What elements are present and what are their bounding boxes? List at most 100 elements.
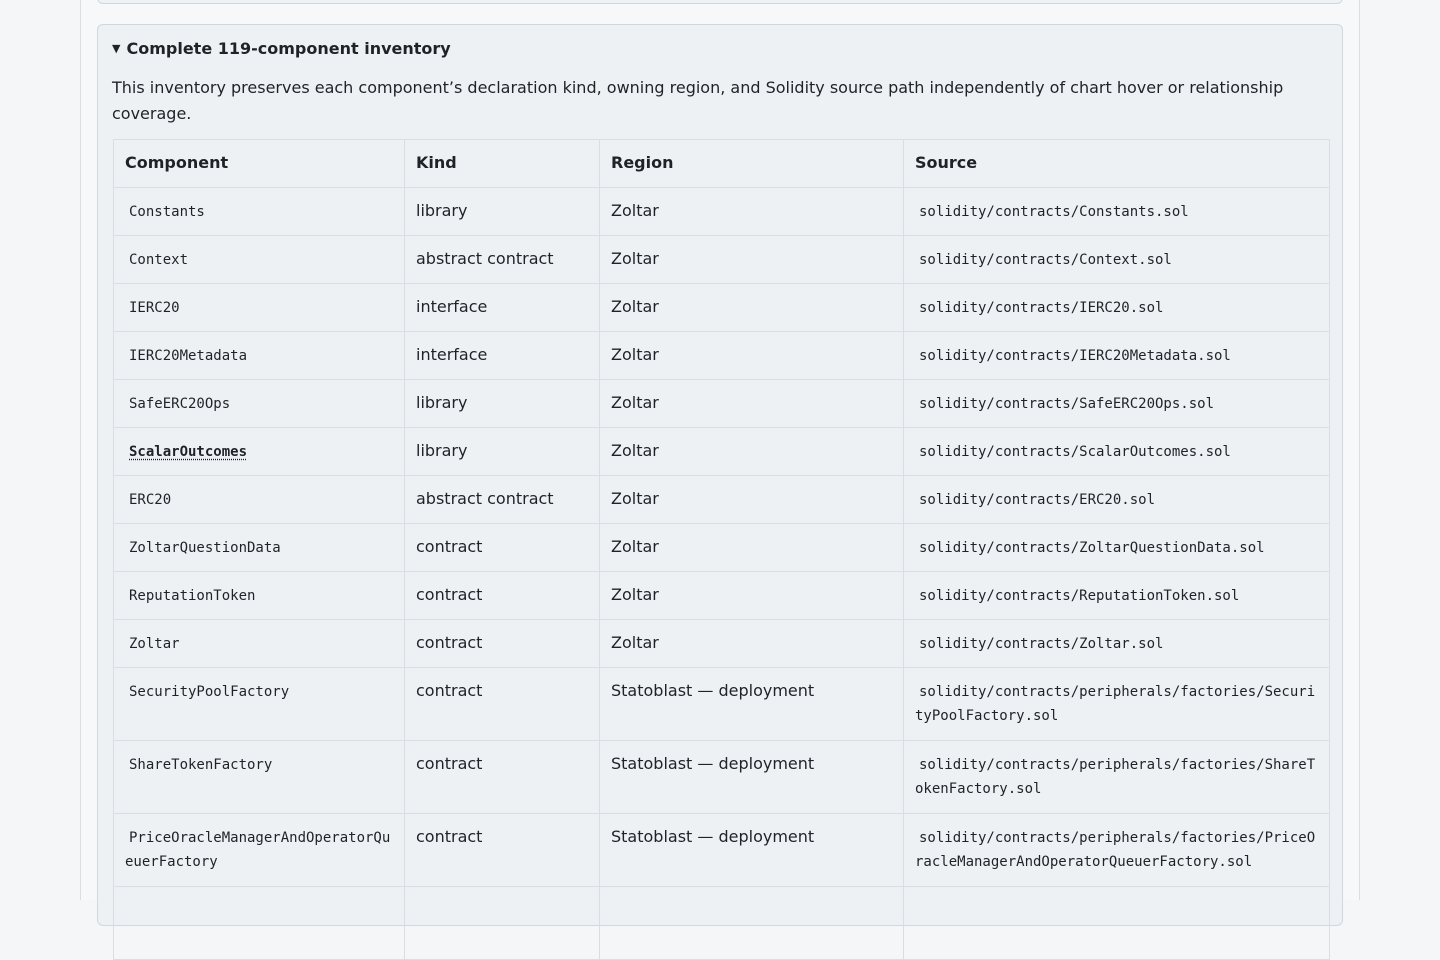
table-row: Zoltar contract Zoltar solidity/contract…	[113, 619, 1330, 668]
region-cell: Zoltar	[599, 331, 904, 380]
kind-cell: contract	[404, 619, 600, 668]
kind-cell: abstract contract	[404, 235, 600, 284]
region-cell: Zoltar	[599, 571, 904, 620]
component-cell: Constants	[113, 187, 405, 236]
source-path: solidity/contracts/peripherals/factories…	[915, 830, 1316, 870]
component-cell: Zoltar	[113, 619, 405, 668]
kind-cell: abstract contract	[404, 475, 600, 524]
header-source: Source	[903, 139, 1330, 188]
source-cell: solidity/contracts/peripherals/factories…	[903, 667, 1330, 741]
region-cell: Zoltar	[599, 523, 904, 572]
region-cell: Statoblast — deployment	[599, 667, 904, 741]
source-path: solidity/contracts/IERC20.sol	[919, 300, 1164, 316]
source-cell: solidity/contracts/ERC20.sol	[903, 475, 1330, 524]
component-cell: SafeERC20Ops	[113, 379, 405, 428]
header-component: Component	[113, 139, 405, 188]
component-cell: IERC20Metadata	[113, 331, 405, 380]
region-cell: Statoblast — deployment	[599, 813, 904, 887]
component-name: ShareTokenFactory	[129, 757, 273, 773]
table-row: ScalarOutcomes library Zoltar solidity/c…	[113, 427, 1330, 476]
component-cell: ZoltarQuestionData	[113, 523, 405, 572]
source-cell: solidity/contracts/Constants.sol	[903, 187, 1330, 236]
source-cell: solidity/contracts/SafeERC20Ops.sol	[903, 379, 1330, 428]
source-cell: solidity/contracts/ZoltarQuestionData.so…	[903, 523, 1330, 572]
triangle-down-icon: ▼	[112, 42, 121, 55]
component-link[interactable]: ScalarOutcomes	[125, 444, 251, 460]
component-name: Zoltar	[129, 636, 180, 652]
inventory-table: Component Kind Region Source Constants l…	[113, 139, 1330, 960]
kind-cell	[404, 886, 600, 960]
source-path: solidity/contracts/Zoltar.sol	[919, 636, 1164, 652]
source-cell	[903, 886, 1330, 960]
source-path: solidity/contracts/Context.sol	[919, 252, 1172, 268]
component-name: ZoltarQuestionData	[129, 540, 281, 556]
kind-cell: contract	[404, 813, 600, 887]
source-path: solidity/contracts/ZoltarQuestionData.so…	[919, 540, 1265, 556]
component-name: SafeERC20Ops	[129, 396, 231, 412]
table-row: ShareTokenFactory contract Statoblast — …	[113, 740, 1330, 814]
source-cell: solidity/contracts/Zoltar.sol	[903, 619, 1330, 668]
component-cell: PriceOracleManagerAndOperatorQueuerFacto…	[113, 813, 405, 887]
region-cell: Zoltar	[599, 475, 904, 524]
region-cell: Zoltar	[599, 427, 904, 476]
component-name: PriceOracleManagerAndOperatorQueuerFacto…	[125, 830, 391, 870]
source-cell: solidity/contracts/peripherals/factories…	[903, 813, 1330, 887]
table-row: ReputationToken contract Zoltar solidity…	[113, 571, 1330, 620]
source-path: solidity/contracts/ScalarOutcomes.sol	[919, 444, 1231, 460]
source-cell: solidity/contracts/ReputationToken.sol	[903, 571, 1330, 620]
source-path: solidity/contracts/ReputationToken.sol	[919, 588, 1240, 604]
table-row: Context abstract contract Zoltar solidit…	[113, 235, 1330, 284]
component-name: IERC20	[129, 300, 180, 316]
region-cell: Zoltar	[599, 283, 904, 332]
region-cell: Zoltar	[599, 235, 904, 284]
source-cell: solidity/contracts/peripherals/factories…	[903, 740, 1330, 814]
component-cell: ScalarOutcomes	[113, 427, 405, 476]
source-cell: solidity/contracts/Context.sol	[903, 235, 1330, 284]
component-name: Constants	[129, 204, 205, 220]
source-path: solidity/contracts/peripherals/factories…	[915, 684, 1316, 724]
table-row: ERC20 abstract contract Zoltar solidity/…	[113, 475, 1330, 524]
source-path: solidity/contracts/IERC20Metadata.sol	[919, 348, 1231, 364]
source-cell: solidity/contracts/ScalarOutcomes.sol	[903, 427, 1330, 476]
component-cell: SecurityPoolFactory	[113, 667, 405, 741]
region-cell: Zoltar	[599, 187, 904, 236]
source-path: solidity/contracts/Constants.sol	[919, 204, 1189, 220]
component-cell: ShareTokenFactory	[113, 740, 405, 814]
kind-cell: contract	[404, 571, 600, 620]
inventory-section: ▼ Complete 119-component inventory This …	[97, 24, 1343, 960]
table-header-row: Component Kind Region Source	[113, 139, 1330, 188]
component-cell: ReputationToken	[113, 571, 405, 620]
component-name: SecurityPoolFactory	[129, 684, 290, 700]
table-row: IERC20 interface Zoltar solidity/contrac…	[113, 283, 1330, 332]
kind-cell: library	[404, 187, 600, 236]
source-cell: solidity/contracts/IERC20Metadata.sol	[903, 331, 1330, 380]
header-kind: Kind	[404, 139, 600, 188]
table-row: Constants library Zoltar solidity/contra…	[113, 187, 1330, 236]
table-row: ZoltarQuestionData contract Zoltar solid…	[113, 523, 1330, 572]
region-cell: Statoblast — deployment	[599, 740, 904, 814]
kind-cell: library	[404, 379, 600, 428]
region-cell: Zoltar	[599, 379, 904, 428]
kind-cell: contract	[404, 667, 600, 741]
region-cell	[599, 886, 904, 960]
component-name: ERC20	[129, 492, 172, 508]
table-row: SecurityPoolFactory contract Statoblast …	[113, 667, 1330, 741]
source-path: solidity/contracts/ERC20.sol	[919, 492, 1156, 508]
table-row	[113, 886, 1330, 960]
page-container: ▼ Complete 119-component inventory This …	[80, 0, 1360, 960]
kind-cell: interface	[404, 331, 600, 380]
table-row: PriceOracleManagerAndOperatorQueuerFacto…	[113, 813, 1330, 887]
kind-cell: contract	[404, 523, 600, 572]
table-row: IERC20Metadata interface Zoltar solidity…	[113, 331, 1330, 380]
table-row: SafeERC20Ops library Zoltar solidity/con…	[113, 379, 1330, 428]
inventory-description: This inventory preserves each component’…	[112, 78, 1284, 123]
inventory-title: Complete 119-component inventory	[126, 39, 451, 58]
kind-cell: interface	[404, 283, 600, 332]
inventory-toggle[interactable]: ▼ Complete 119-component inventory	[112, 39, 451, 58]
source-path: solidity/contracts/SafeERC20Ops.sol	[919, 396, 1215, 412]
component-cell: ERC20	[113, 475, 405, 524]
kind-cell: library	[404, 427, 600, 476]
header-region: Region	[599, 139, 904, 188]
kind-cell: contract	[404, 740, 600, 814]
source-cell: solidity/contracts/IERC20.sol	[903, 283, 1330, 332]
